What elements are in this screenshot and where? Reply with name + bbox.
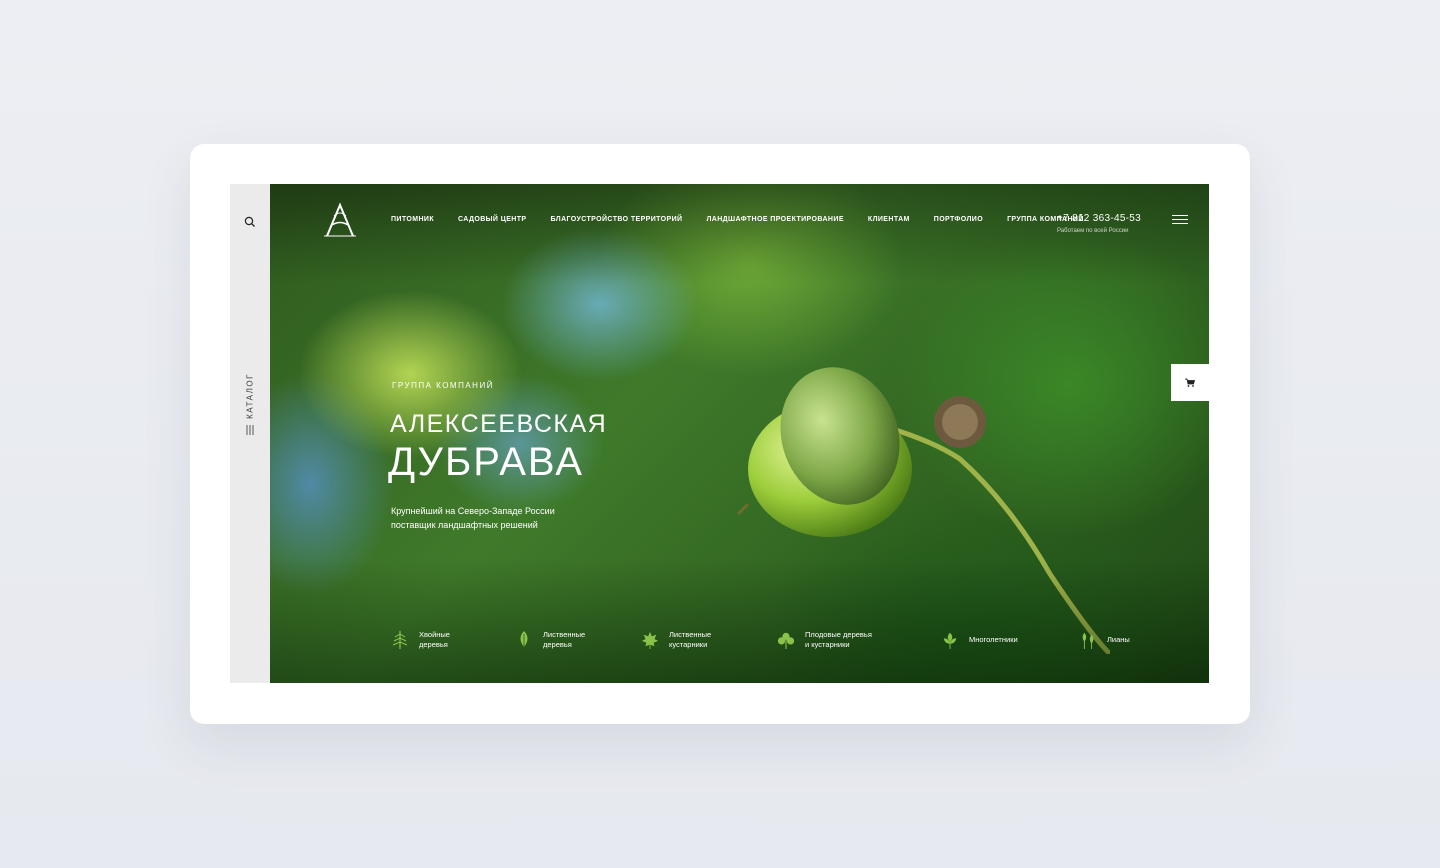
category-fruit-trees[interactable]: Плодовые деревья и кустарники <box>777 630 872 650</box>
cart-button[interactable] <box>1171 364 1209 401</box>
phone-note: Работаем по всей России <box>1057 228 1129 234</box>
nav-item-nursery[interactable]: ПИТОМНИК <box>391 216 434 223</box>
catalog-toggle[interactable]: КАТАЛОГ <box>246 373 255 419</box>
category-deciduous-trees[interactable]: Лиственные деревья <box>515 630 585 650</box>
nav-item-garden-center[interactable]: САДОВЫЙ ЦЕНТР <box>458 216 527 223</box>
category-conifers-line1: Хвойные <box>419 630 450 639</box>
conifer-icon <box>392 631 408 649</box>
brand-logo[interactable] <box>322 202 358 238</box>
category-perennials[interactable]: Многолетники <box>941 630 1018 650</box>
category-fruit-trees-line2: и кустарники <box>805 640 850 649</box>
hero-lead: Крупнейший на Северо-Западе России поста… <box>391 506 555 530</box>
nav-item-landscape-design[interactable]: ЛАНДШАФТНОЕ ПРОЕКТИРОВАНИЕ <box>706 216 843 223</box>
main-nav: ПИТОМНИК САДОВЫЙ ЦЕНТР БЛАГОУСТРОЙСТВО Т… <box>391 216 1108 223</box>
hero-title-line2: ДУБРАВА <box>388 440 584 484</box>
menu-icon[interactable] <box>1172 215 1188 225</box>
hero-section: ПИТОМНИК САДОВЫЙ ЦЕНТР БЛАГОУСТРОЙСТВО Т… <box>270 184 1209 683</box>
perennial-icon <box>943 632 957 649</box>
search-icon[interactable] <box>244 216 256 228</box>
nav-item-clients[interactable]: КЛИЕНТАМ <box>868 216 910 223</box>
category-deciduous-shrubs-line2: кустарники <box>669 640 708 649</box>
category-vines-line1: Лианы <box>1107 635 1130 644</box>
category-perennials-line1: Многолетники <box>969 635 1018 644</box>
category-bar: Хвойные деревья Лиственные деревья Листвен… <box>270 630 1209 660</box>
hero-eyebrow: ГРУППА КОМПАНИЙ <box>392 381 494 390</box>
left-sidebar: КАТАЛОГ <box>230 184 270 683</box>
category-deciduous-shrubs[interactable]: Лиственные кустарники <box>641 630 711 650</box>
category-conifers[interactable]: Хвойные деревья <box>391 630 450 650</box>
vine-icon <box>1082 632 1094 649</box>
leaf-icon <box>520 631 528 649</box>
phone-number[interactable]: +7 812 363-45-53 <box>1057 213 1141 224</box>
hero-title-line1: АЛЕКСЕЕВСКАЯ <box>390 410 608 438</box>
category-conifers-line2: деревья <box>419 640 448 649</box>
category-deciduous-shrubs-line1: Лиственные <box>669 630 712 639</box>
fruit-tree-icon <box>777 632 795 649</box>
catalog-menu-icon[interactable] <box>246 425 254 435</box>
category-vines[interactable]: Лианы <box>1079 630 1130 650</box>
cart-icon <box>1185 378 1195 387</box>
nav-item-landscaping[interactable]: БЛАГОУСТРОЙСТВО ТЕРРИТОРИЙ <box>551 216 683 223</box>
nav-item-portfolio[interactable]: ПОРТФОЛИО <box>934 216 983 223</box>
category-deciduous-trees-line1: Лиственные <box>543 630 586 639</box>
category-fruit-trees-line1: Плодовые деревья <box>805 630 872 639</box>
maple-leaf-icon <box>641 631 659 649</box>
category-deciduous-trees-line2: деревья <box>543 640 572 649</box>
